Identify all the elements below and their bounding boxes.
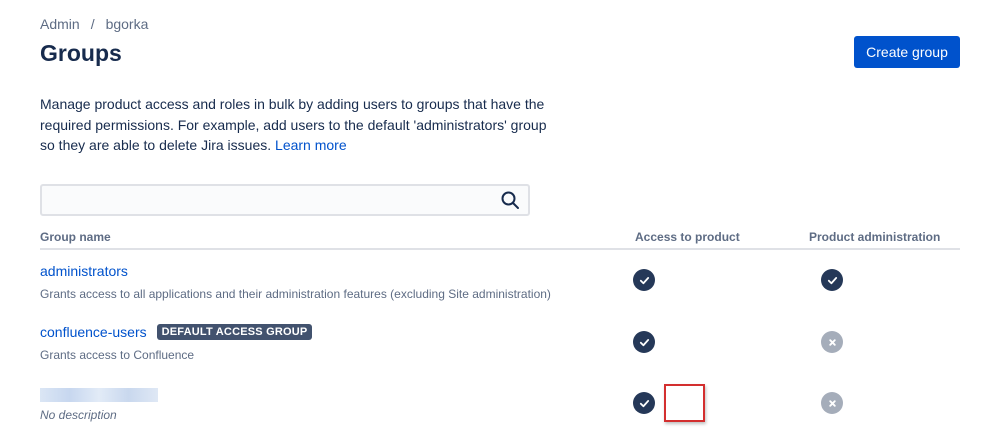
cross-circle-icon [821,331,843,353]
highlight-annotation [664,384,705,422]
breadcrumb-separator: / [90,16,95,32]
create-group-button[interactable]: Create group [854,36,960,68]
default-access-group-badge: DEFAULT ACCESS GROUP [156,324,313,340]
breadcrumb-bgorka[interactable]: bgorka [106,16,149,32]
table-row: No description [40,388,960,435]
group-name-link[interactable] [40,388,158,402]
group-name-link[interactable]: confluence-users DEFAULT ACCESS GROUP [40,324,313,340]
learn-more-link[interactable]: Learn more [275,137,347,153]
header-product-administration: Product administration [809,230,941,244]
group-name-text[interactable]: confluence-users [40,324,147,340]
breadcrumb-admin[interactable]: Admin [40,16,80,32]
search-box [40,184,530,216]
table-row: confluence-users DEFAULT ACCESS GROUP Gr… [40,324,960,384]
page-title: Groups [40,40,122,66]
header-group-name[interactable]: Group name [40,230,111,244]
cross-circle-icon [821,392,843,414]
group-description: No description [40,408,117,422]
group-name-link[interactable]: administrators [40,263,128,279]
redacted-group-name[interactable] [40,388,158,402]
check-circle-icon [633,392,655,414]
group-name-text[interactable]: administrators [40,263,128,279]
check-circle-icon [821,269,843,291]
check-circle-icon [633,331,655,353]
header-access-to-product: Access to product [635,230,740,244]
search-icon[interactable] [500,190,520,210]
breadcrumb: Admin / bgorka [40,16,148,32]
search-input[interactable] [42,186,492,214]
check-circle-icon [633,269,655,291]
table-row: administrators Grants access to all appl… [40,263,960,323]
page-description: Manage product access and roles in bulk … [40,94,555,156]
group-description: Grants access to Confluence [40,348,195,362]
table-header: Group name Access to product Product adm… [40,228,960,250]
group-description: Grants access to all applications and th… [40,287,551,301]
